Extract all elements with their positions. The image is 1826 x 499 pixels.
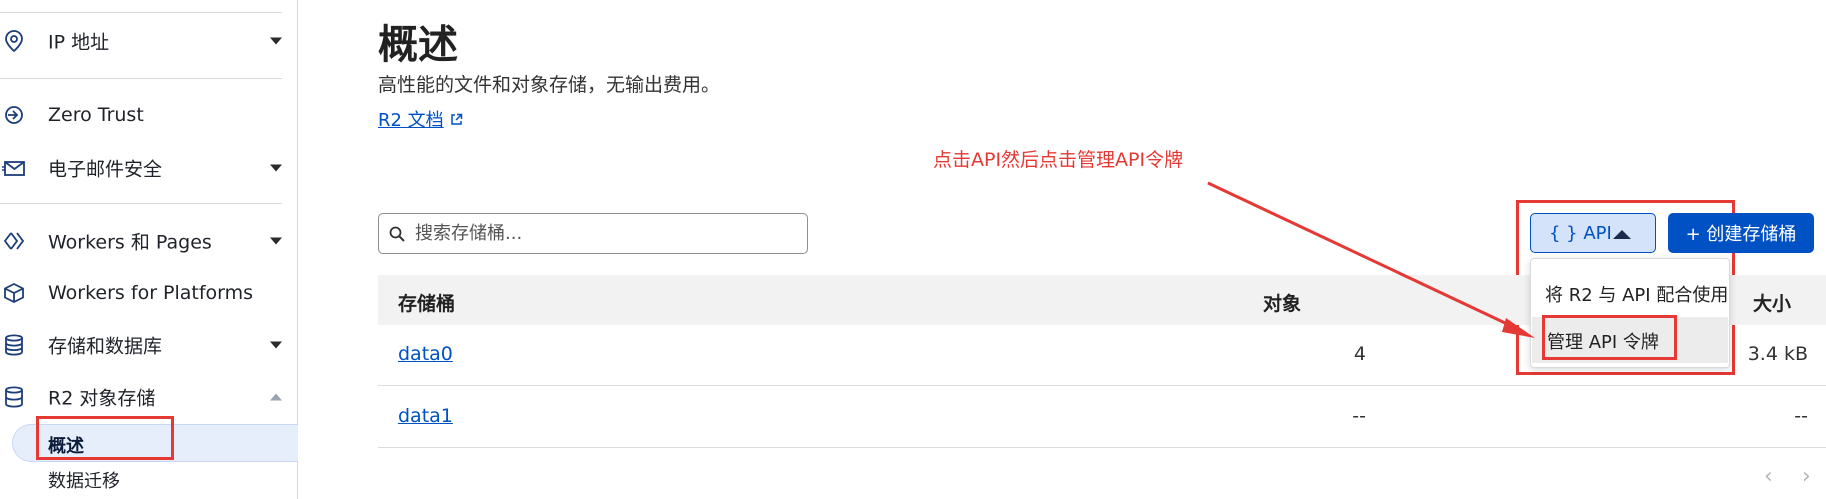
menu-item-use-r2-with-api[interactable]: 将 R2 与 API 配合使用 <box>1545 281 1728 307</box>
bucket-size: -- <box>1794 405 1808 427</box>
external-link-icon <box>450 113 463 130</box>
chevron-down-icon <box>270 164 282 172</box>
sidebar-item-workers-pages[interactable]: Workers 和 Pages <box>0 221 297 261</box>
location-pin-icon <box>2 29 26 53</box>
sidebar-item-workers-for-platforms[interactable]: Workers for Platforms <box>0 273 297 313</box>
sidebar-divider <box>0 203 282 204</box>
sidebar-item-label: Zero Trust <box>48 104 144 126</box>
column-header-bucket[interactable]: 存储桶 <box>398 289 455 316</box>
sidebar-item-label: Workers for Platforms <box>48 282 254 304</box>
search-input[interactable] <box>415 223 795 244</box>
annotation-text: 点击API然后点击管理API令牌 <box>933 149 1184 171</box>
bucket-size: 3.4 kB <box>1747 343 1808 365</box>
sidebar-item-email-security[interactable]: 电子邮件安全 <box>0 148 297 188</box>
table-row: data1 -- -- <box>378 387 1826 448</box>
cube-icon <box>2 281 26 305</box>
sidebar-item-label: R2 对象存储 <box>48 387 156 410</box>
sidebar-item-r2-storage[interactable]: R2 对象存储 <box>0 377 297 417</box>
chevron-down-icon <box>270 37 282 45</box>
email-icon <box>2 156 26 180</box>
caret-up-icon <box>1613 230 1631 239</box>
r2-docs-link-label: R2 文档 <box>378 110 444 131</box>
chevron-down-icon <box>270 237 282 245</box>
r2-docs-link[interactable]: R2 文档 <box>378 106 463 132</box>
pagination-prev-icon[interactable]: ‹ <box>1764 464 1773 489</box>
sidebar-item-label: IP 地址 <box>48 31 110 54</box>
sidebar-item-label: Workers 和 Pages <box>48 231 212 254</box>
sidebar-subitem-data-migration[interactable]: 数据迁移 <box>48 467 120 493</box>
page-description: 高性能的文件和对象存储，无输出费用。 <box>378 74 721 96</box>
chevron-up-icon <box>270 393 282 401</box>
sidebar-item-storage-databases[interactable]: 存储和数据库 <box>0 325 297 365</box>
workers-icon <box>2 229 26 253</box>
sidebar-divider <box>0 78 282 79</box>
object-count: 4 <box>1353 343 1366 365</box>
create-bucket-button[interactable]: + 创建存储桶 <box>1668 213 1814 253</box>
zero-trust-icon <box>2 103 26 127</box>
search-input-container[interactable] <box>378 213 808 254</box>
pagination-next-icon[interactable]: › <box>1802 464 1811 489</box>
column-header-size[interactable]: 大小 <box>1753 289 1791 316</box>
sidebar-item-ip-address[interactable]: IP 地址 <box>0 21 297 61</box>
sidebar-item-label: 存储和数据库 <box>48 335 163 358</box>
r2-storage-icon <box>2 385 26 409</box>
sidebar-divider <box>0 12 282 13</box>
bucket-link[interactable]: data0 <box>398 343 453 365</box>
sidebar-item-zero-trust[interactable]: Zero Trust <box>0 95 297 135</box>
page-title: 概述 <box>378 22 458 68</box>
database-icon <box>2 333 26 357</box>
annotation-highlight-box <box>1542 315 1677 360</box>
sidebar-item-label: 电子邮件安全 <box>48 158 163 181</box>
annotation-highlight-box <box>36 416 174 460</box>
chevron-down-icon <box>270 341 282 349</box>
column-header-objects[interactable]: 对象 <box>1263 289 1301 316</box>
api-button[interactable]: { } API <box>1530 213 1656 253</box>
search-icon <box>379 226 415 242</box>
api-button-label: { } API <box>1549 222 1612 244</box>
object-count: -- <box>1352 405 1366 427</box>
bucket-link[interactable]: data1 <box>398 405 453 427</box>
